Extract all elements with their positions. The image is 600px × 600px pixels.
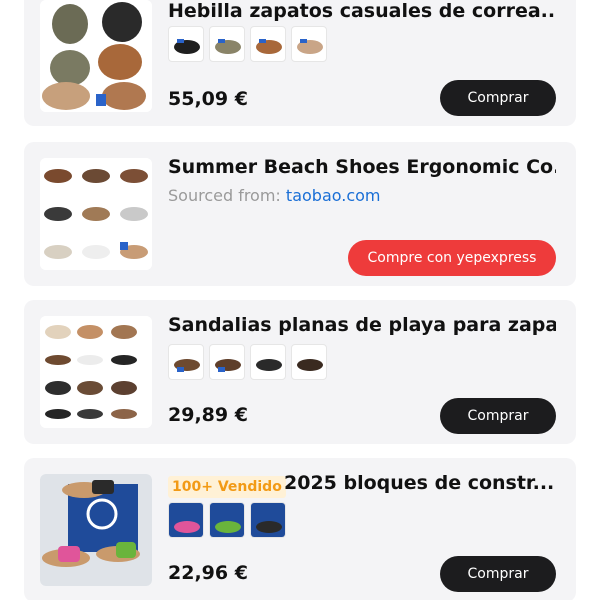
- variant-thumb[interactable]: [291, 26, 327, 62]
- variant-thumb[interactable]: [209, 502, 245, 538]
- product-title[interactable]: Sandalias planas de playa para zapa...: [168, 314, 556, 336]
- variant-thumb[interactable]: [168, 344, 204, 380]
- variant-thumb[interactable]: [250, 344, 286, 380]
- product-price: 29,89 €: [168, 404, 248, 426]
- product-title[interactable]: Summer Beach Shoes Ergonomic Co...: [168, 156, 556, 178]
- product-image[interactable]: [40, 316, 152, 428]
- variant-thumb[interactable]: [209, 344, 245, 380]
- product-card[interactable]: Sandalias planas de playa para zapa... 2…: [24, 300, 576, 444]
- sourced-from: Sourced from: taobao.com: [168, 186, 381, 205]
- product-card[interactable]: 100+ Vendido 2025 bloques de constr... 2…: [24, 458, 576, 600]
- buy-button[interactable]: Comprar: [440, 398, 556, 434]
- sourced-label: Sourced from:: [168, 186, 281, 205]
- variant-list: [168, 344, 327, 380]
- variant-list: [168, 502, 286, 538]
- product-price: 22,96 €: [168, 562, 248, 584]
- product-image[interactable]: [40, 474, 152, 586]
- product-feed: Hebilla zapatos casuales de correa... 55…: [0, 0, 600, 600]
- variant-thumb[interactable]: [168, 26, 204, 62]
- buy-button[interactable]: Comprar: [440, 556, 556, 592]
- source-link[interactable]: taobao.com: [286, 186, 381, 205]
- variant-thumb[interactable]: [291, 344, 327, 380]
- variant-list: [168, 26, 327, 62]
- product-card[interactable]: Summer Beach Shoes Ergonomic Co... Sourc…: [24, 142, 576, 286]
- variant-thumb[interactable]: [168, 502, 204, 538]
- variant-thumb[interactable]: [250, 502, 286, 538]
- product-title[interactable]: 2025 bloques de constr...: [284, 472, 556, 494]
- variant-thumb[interactable]: [209, 26, 245, 62]
- sold-badge: 100+ Vendido: [168, 476, 286, 498]
- product-title[interactable]: Hebilla zapatos casuales de correa...: [168, 0, 556, 22]
- product-image[interactable]: [40, 158, 152, 270]
- buy-with-yepexpress-button[interactable]: Compre con yepexpress: [348, 240, 556, 276]
- buy-button[interactable]: Comprar: [440, 80, 556, 116]
- variant-thumb[interactable]: [250, 26, 286, 62]
- product-image[interactable]: [40, 0, 152, 112]
- product-price: 55,09 €: [168, 88, 248, 110]
- product-card[interactable]: Hebilla zapatos casuales de correa... 55…: [24, 0, 576, 126]
